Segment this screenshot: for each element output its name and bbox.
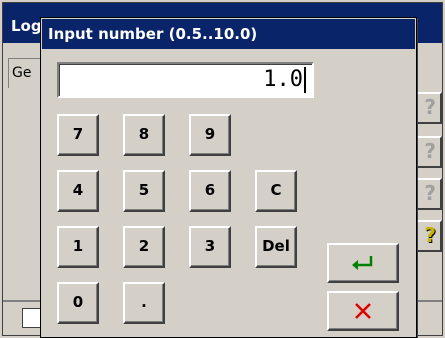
key-8[interactable]: 8 [123,114,165,156]
key-3[interactable]: 3 [189,226,231,268]
clear-button[interactable]: C [255,170,297,212]
question-icon-highlighted: ? [424,223,436,247]
key-4[interactable]: 4 [57,170,99,212]
key-7[interactable]: 7 [57,114,99,156]
text-caret [304,67,306,93]
key-9[interactable]: 9 [189,114,231,156]
number-display-field[interactable]: 1.0 [57,62,314,98]
key-5[interactable]: 5 [123,170,165,212]
background-window-title: Log [11,17,42,35]
question-icon: ? [424,139,436,163]
dialog-title: Input number (0.5..10.0) [42,19,415,49]
enter-arrow-icon [352,256,373,270]
enter-button[interactable] [327,243,399,283]
delete-button[interactable]: Del [255,226,297,268]
key-0[interactable]: 0 [57,282,99,324]
background-tab-label: Ge [12,65,32,81]
display-value: 1.0 [263,67,303,92]
key-1[interactable]: 1 [57,226,99,268]
close-x-icon [355,303,371,319]
key-2[interactable]: 2 [123,226,165,268]
number-input-dialog: Input number (0.5..10.0) 1.0 7 8 9 4 5 6… [40,17,417,338]
key-decimal-point[interactable]: . [123,282,165,324]
cancel-button[interactable] [327,291,399,331]
key-6[interactable]: 6 [189,170,231,212]
question-icon: ? [424,95,436,119]
question-icon: ? [424,181,436,205]
